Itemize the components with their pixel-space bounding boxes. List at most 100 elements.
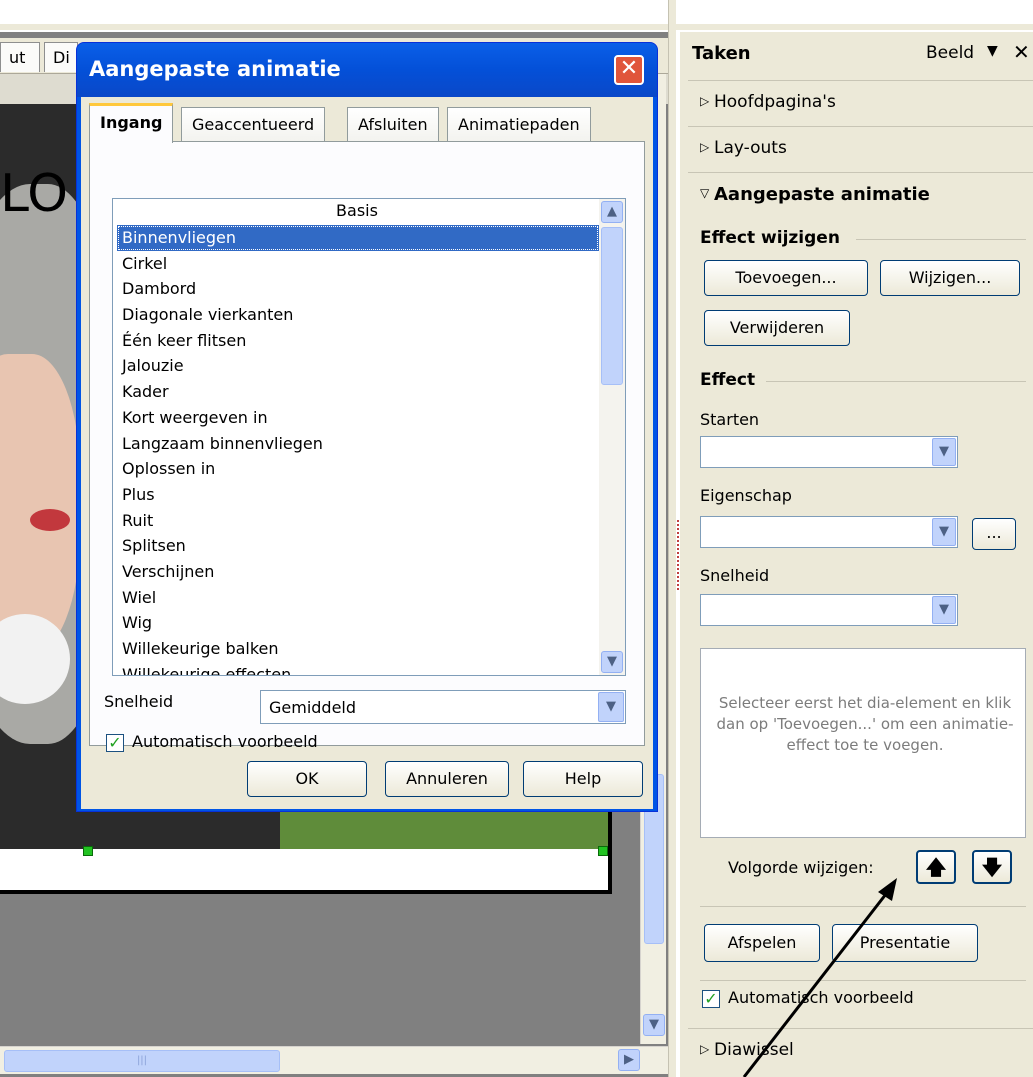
play-label: Afspelen xyxy=(727,933,797,952)
section-layouts[interactable]: ▷ Lay-outs xyxy=(688,126,1033,172)
tab-emphasis[interactable]: Geaccentueerd xyxy=(181,107,326,141)
empty-hint-text: Selecteer eerst het dia-element en klik … xyxy=(716,694,1014,754)
expand-triangle-icon: ▷ xyxy=(700,1042,710,1056)
speed-value: Gemiddeld xyxy=(269,698,357,717)
dialog-titlebar[interactable]: Aangepaste animatie ✕ xyxy=(77,43,657,97)
task-pane-title: Taken xyxy=(692,43,751,64)
list-category-header: Basis xyxy=(336,201,378,220)
list-item[interactable]: Cirkel xyxy=(117,251,599,277)
view-menu-button[interactable]: Beeld xyxy=(926,43,974,63)
scroll-down-icon[interactable]: ▼ xyxy=(643,1014,665,1036)
property-more-button[interactable]: ... xyxy=(972,518,1016,550)
close-icon[interactable]: ✕ xyxy=(614,55,644,85)
list-item[interactable]: Plus xyxy=(117,482,599,508)
list-item[interactable]: Kort weergeven in xyxy=(117,405,599,431)
dialog-title: Aangepaste animatie xyxy=(89,57,341,81)
list-item[interactable]: Willekeurige effecten xyxy=(117,662,599,675)
list-item[interactable]: Wiel xyxy=(117,585,599,611)
chevron-down-icon[interactable]: ▼ xyxy=(598,692,624,722)
pane-splitter[interactable] xyxy=(668,0,676,1077)
list-item[interactable]: Diagonale vierkanten xyxy=(117,302,599,328)
list-item[interactable]: Binnenvliegen xyxy=(117,225,599,251)
editor-horizontal-scrollbar[interactable]: ||| ▶ xyxy=(0,1046,668,1074)
list-item[interactable]: Oplossen in xyxy=(117,456,599,482)
slide-title-text: LO xyxy=(0,164,69,224)
cancel-button[interactable]: Annuleren xyxy=(385,761,509,797)
list-item[interactable]: Langzaam binnenvliegen xyxy=(117,431,599,457)
view-tab-outline[interactable]: Di xyxy=(44,42,78,72)
separator xyxy=(700,980,1026,981)
separator xyxy=(700,906,1026,907)
section-label: Aangepaste animatie xyxy=(714,184,930,205)
scroll-down-icon[interactable]: ▼ xyxy=(601,651,623,673)
list-item[interactable]: Verschijnen xyxy=(117,559,599,585)
task-pane: Taken Beeld ▼ ✕ ▷ Hoofdpagina's ▷ Lay-ou… xyxy=(680,32,1033,1077)
editor-hscroll-thumb[interactable]: ||| xyxy=(4,1050,280,1072)
auto-preview-label[interactable]: Automatisch voorbeeld xyxy=(132,732,318,751)
remove-effect-label: Verwijderen xyxy=(729,318,825,337)
list-item[interactable]: Één keer flitsen xyxy=(117,328,599,354)
speed-select[interactable]: ▼ xyxy=(700,594,958,626)
list-item[interactable]: Dambord xyxy=(117,276,599,302)
tab-motion-paths[interactable]: Animatiepaden xyxy=(447,107,591,141)
change-effect-label: Wijzigen... xyxy=(908,268,992,287)
list-item[interactable]: Willekeurige balken xyxy=(117,636,599,662)
selection-handle[interactable] xyxy=(598,846,608,856)
view-tab-layout[interactable]: ut xyxy=(0,42,40,72)
ok-button[interactable]: OK xyxy=(247,761,367,797)
chevron-down-icon[interactable]: ▼ xyxy=(932,438,956,466)
play-button[interactable]: Afspelen xyxy=(704,924,820,962)
modify-effect-heading: Effect wijzigen xyxy=(700,228,840,248)
tab-entrance[interactable]: Ingang xyxy=(89,103,174,143)
change-effect-button[interactable]: Wijzigen... xyxy=(880,260,1020,296)
move-down-button[interactable]: 🡇 xyxy=(972,850,1012,884)
list-item[interactable]: Splitsen xyxy=(117,533,599,559)
property-label: Eigenschap xyxy=(700,486,792,505)
presentation-label: Presentatie xyxy=(859,933,951,952)
auto-preview-checkbox[interactable]: ✓ xyxy=(702,990,720,1008)
section-master-pages[interactable]: ▷ Hoofdpagina's xyxy=(688,80,1033,126)
effect-list[interactable]: Basis Binnenvliegen Cirkel Dambord Diago… xyxy=(112,198,626,676)
list-item[interactable]: Kader xyxy=(117,379,599,405)
photo-lips xyxy=(30,509,70,531)
auto-preview-checkbox[interactable]: ✓ xyxy=(106,734,124,752)
add-effect-button[interactable]: Toevoegen... xyxy=(704,260,868,296)
arrow-down-icon: 🡇 xyxy=(981,855,1003,879)
expand-triangle-icon: ▷ xyxy=(700,94,710,108)
separator xyxy=(766,381,1026,382)
chevron-down-icon[interactable]: ▼ xyxy=(987,43,998,59)
chevron-down-icon[interactable]: ▼ xyxy=(932,596,956,624)
effect-list-box[interactable]: Selecteer eerst het dia-element en klik … xyxy=(700,648,1026,838)
section-slide-transition[interactable]: ▷ Diawissel xyxy=(688,1028,1033,1077)
custom-animation-dialog: Aangepaste animatie ✕ Ingang Geaccentuee… xyxy=(76,42,658,812)
arrow-up-icon: 🡅 xyxy=(925,855,947,879)
chevron-down-icon[interactable]: ▼ xyxy=(932,518,956,546)
help-button[interactable]: Help xyxy=(523,761,643,797)
task-pane-header: Taken Beeld ▼ ✕ xyxy=(680,32,1033,76)
list-scroll-thumb[interactable] xyxy=(601,227,623,385)
speed-select[interactable]: Gemiddeld ▼ xyxy=(260,690,626,724)
section-custom-animation[interactable]: ▽ Aangepaste animatie xyxy=(688,172,1033,218)
move-up-button[interactable]: 🡅 xyxy=(916,850,956,884)
add-effect-label: Toevoegen... xyxy=(735,268,837,287)
collapse-triangle-icon: ▽ xyxy=(700,186,710,200)
auto-preview-label[interactable]: Automatisch voorbeeld xyxy=(728,988,914,1007)
scroll-up-icon[interactable]: ▲ xyxy=(601,201,623,223)
separator xyxy=(856,239,1026,240)
remove-effect-button[interactable]: Verwijderen xyxy=(704,310,850,346)
list-item[interactable]: Wig xyxy=(117,610,599,636)
list-scrollbar[interactable]: ▲ ▼ xyxy=(599,199,625,675)
tab-exit[interactable]: Afsluiten xyxy=(347,107,439,141)
close-icon[interactable]: ✕ xyxy=(1013,40,1030,64)
presentation-button[interactable]: Presentatie xyxy=(832,924,978,962)
selection-handle[interactable] xyxy=(83,846,93,856)
toolbar-strip xyxy=(0,24,1033,30)
property-select[interactable]: ▼ xyxy=(700,516,958,548)
list-item[interactable]: Jalouzie xyxy=(117,353,599,379)
start-select[interactable]: ▼ xyxy=(700,436,958,468)
scroll-right-icon[interactable]: ▶ xyxy=(618,1049,640,1071)
tab-panel: Basis Binnenvliegen Cirkel Dambord Diago… xyxy=(89,141,645,752)
section-label: Diawissel xyxy=(714,1040,794,1060)
list-item[interactable]: Ruit xyxy=(117,508,599,534)
section-label: Lay-outs xyxy=(714,138,787,158)
